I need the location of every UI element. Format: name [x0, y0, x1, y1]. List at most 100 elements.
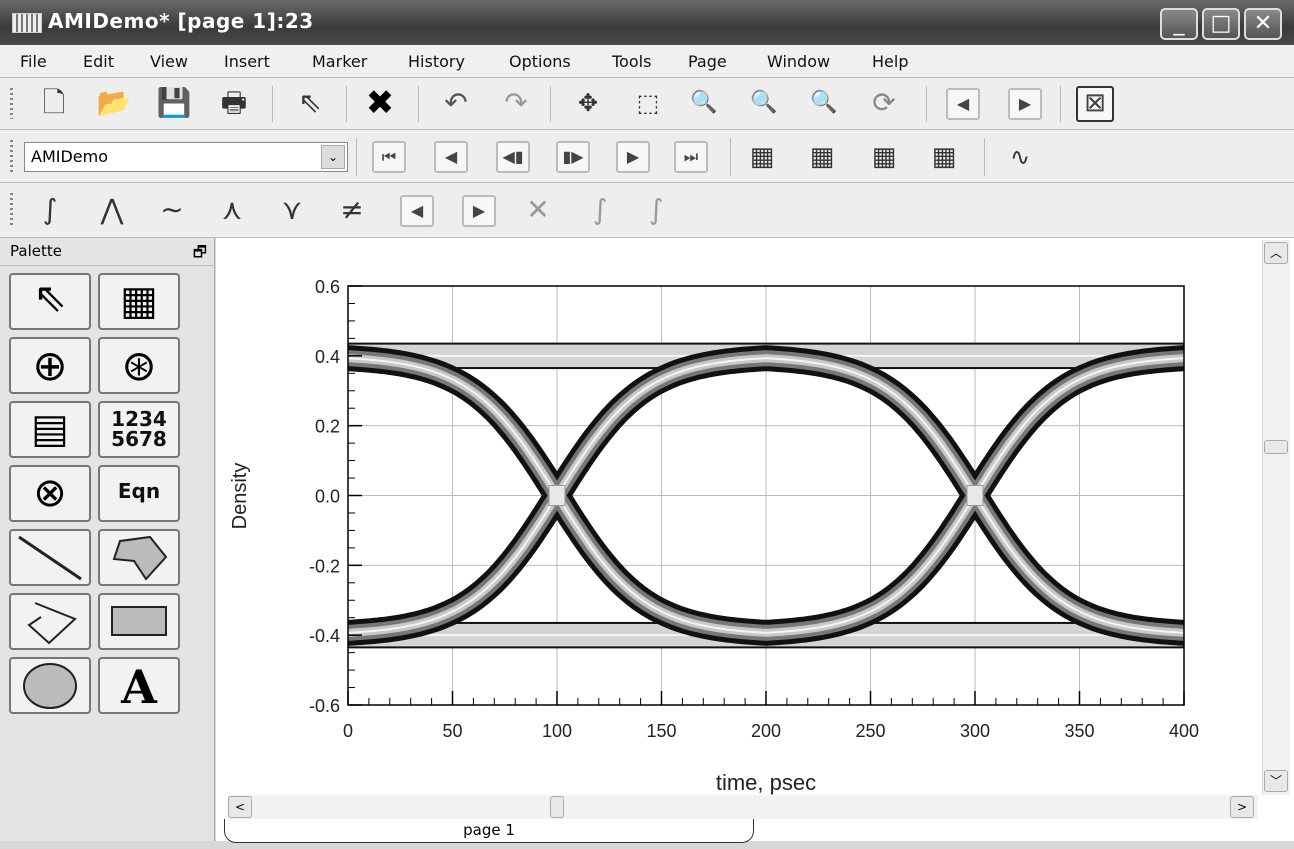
marker-min-icon[interactable]: ⋎ [272, 190, 312, 230]
dataset-value: AMIDemo [31, 147, 109, 166]
restore-icon[interactable]: 🗗 [193, 242, 207, 267]
menu-view[interactable]: View [150, 52, 188, 71]
palette-polyline-icon[interactable] [9, 593, 91, 650]
palette-polygon-icon[interactable] [98, 529, 180, 586]
y-tick-label: -0.6 [309, 696, 340, 716]
toolbar-grip[interactable] [10, 88, 13, 119]
vertical-scroll-thumb[interactable] [1264, 440, 1288, 454]
scroll-up-icon[interactable]: ︿ [1264, 242, 1288, 264]
palette-select-icon[interactable]: ⇖ [9, 273, 91, 330]
next-frame-icon[interactable]: ▮▶ [556, 141, 590, 173]
chevron-down-icon[interactable]: ⌄ [321, 145, 345, 169]
palette-smith-chart-icon[interactable]: ⊛ [98, 337, 180, 394]
equation-label: Eqn [117, 479, 161, 503]
marker-rising-icon[interactable]: ∫ [30, 190, 70, 230]
palette-line-icon[interactable] [9, 529, 91, 586]
marker-valley-icon[interactable]: ∼ [152, 190, 192, 230]
refresh-icon[interactable]: ⟳ [864, 83, 904, 123]
marker-slope-icon[interactable]: ∫ [580, 190, 620, 230]
falling-edge-trace [1180, 354, 1184, 363]
palette-stack-icon[interactable]: 1234 5678 [98, 401, 180, 458]
marker-toolbar: ∫ ⋀ ∼ ⋏ ⋎ ≠ ◀ ▶ ✕ ∫ ∫ [0, 183, 1294, 238]
palette-polar-icon[interactable]: ⊕ [9, 337, 91, 394]
menu-edit[interactable]: Edit [83, 52, 114, 71]
menu-marker[interactable]: Marker [312, 52, 367, 71]
close-view-icon[interactable]: ⊠ [1076, 86, 1114, 122]
y-tick-label: 0.0 [315, 487, 340, 507]
minimize-button[interactable]: _ [1160, 8, 1198, 40]
select-arrow-icon[interactable]: ⇖ [290, 83, 330, 123]
stack-line1: 1234 [111, 407, 167, 431]
y-tick-label: -0.2 [309, 556, 340, 576]
waveform-save-icon[interactable]: ∿ [1000, 137, 1040, 177]
menu-insert[interactable]: Insert [224, 52, 270, 71]
dataset-select[interactable]: AMIDemo ⌄ [24, 142, 348, 172]
menu-options[interactable]: Options [509, 52, 571, 71]
palette-ellipse-icon[interactable] [9, 657, 91, 714]
scroll-left-icon[interactable]: < [228, 796, 252, 818]
marker-line-icon[interactable]: ∫ [636, 190, 676, 230]
maximize-button[interactable]: □ [1202, 8, 1240, 40]
toolbar-grip[interactable] [10, 140, 13, 172]
marker-crossing-icon[interactable]: ✕ [518, 190, 558, 230]
zoom-box-icon[interactable]: ⬚ [628, 83, 668, 123]
menu-file[interactable]: File [20, 52, 47, 71]
x-tick-label: 400 [1169, 721, 1199, 741]
next-icon[interactable]: ▶ [1008, 88, 1042, 120]
scroll-down-icon[interactable]: ﹀ [1264, 770, 1288, 792]
scroll-right-icon[interactable]: > [1230, 796, 1254, 818]
rising-edge-trace [1183, 631, 1184, 634]
palette-list-icon[interactable]: ▤ [9, 401, 91, 458]
palette-text-icon[interactable]: A [98, 657, 180, 714]
palette-rect-plot-icon[interactable]: ▦ [98, 273, 180, 330]
grid-pan-icon[interactable]: ▦ [742, 137, 782, 177]
rising-edge-trace [1176, 624, 1184, 641]
tab-page-1[interactable]: page 1 [224, 819, 754, 843]
horizontal-scroll-thumb[interactable] [550, 796, 564, 818]
palette-antenna-icon[interactable]: ⊗ [9, 465, 91, 522]
menu-window[interactable]: Window [767, 52, 830, 71]
first-icon[interactable]: ⏮ [372, 141, 406, 173]
menu-tools[interactable]: Tools [612, 52, 651, 71]
marker-peak-icon[interactable]: ⋀ [92, 190, 132, 230]
previous-icon[interactable]: ◀ [946, 88, 980, 120]
zoom-in-2x-icon[interactable]: 🔍 [684, 83, 724, 123]
save-icon[interactable]: 💾 [154, 83, 194, 123]
grid-zoom-out-icon[interactable]: ▦ [924, 137, 964, 177]
print-icon[interactable]: 🖶 [214, 83, 254, 123]
rising-edge-trace [1180, 628, 1184, 637]
marker-prev-icon[interactable]: ◀ [400, 195, 434, 227]
marker-next-icon[interactable]: ▶ [462, 195, 496, 227]
palette-rectangle-icon[interactable] [98, 593, 180, 650]
palette-equation-icon[interactable]: Eqn [98, 465, 180, 522]
toolbar-grip[interactable] [10, 193, 13, 227]
menu-page[interactable]: Page [688, 52, 727, 71]
grid-zoom-in-icon[interactable]: ▦ [864, 137, 904, 177]
prev-frame-icon[interactable]: ◀▮ [496, 141, 530, 173]
rising-edge-trace [1171, 619, 1184, 646]
step-forward-icon[interactable]: ▶ [616, 141, 650, 173]
x-tick-label: 0 [343, 721, 353, 741]
menu-help[interactable]: Help [872, 52, 908, 71]
horizontal-scrollbar[interactable]: < > [228, 795, 1258, 819]
delete-icon[interactable]: ✖ [360, 83, 400, 123]
app-icon [12, 13, 42, 33]
pan-icon[interactable]: ✥ [568, 83, 608, 123]
marker-max-icon[interactable]: ⋏ [212, 190, 252, 230]
step-back-icon[interactable]: ◀ [434, 141, 468, 173]
close-button[interactable]: ✕ [1244, 8, 1282, 40]
grid-zoom-icon[interactable]: ▦ [802, 137, 842, 177]
title-bar: AMIDemo* [page 1]:23 _ □ ✕ [0, 0, 1294, 45]
zoom-out-2x-icon[interactable]: 🔍 [744, 83, 784, 123]
x-tick-label: 350 [1064, 721, 1094, 741]
redo-icon[interactable]: ↷ [496, 83, 536, 123]
zoom-fit-icon[interactable]: 🔍 [804, 83, 844, 123]
eye-diagram-chart[interactable]: 0 50 100 150 200 250 300 350 400 0.6 0.4 0.2 0.0 -0.2… [220, 240, 1260, 795]
open-folder-icon[interactable]: 📂 [94, 83, 134, 123]
marker-delta-icon[interactable]: ≠ [332, 190, 372, 230]
vertical-scrollbar[interactable]: ︿ ﹀ [1262, 240, 1290, 795]
menu-history[interactable]: History [408, 52, 465, 71]
new-icon[interactable]: 🗋 [34, 83, 74, 123]
last-icon[interactable]: ⏭ [674, 141, 708, 173]
undo-icon[interactable]: ↶ [436, 83, 476, 123]
